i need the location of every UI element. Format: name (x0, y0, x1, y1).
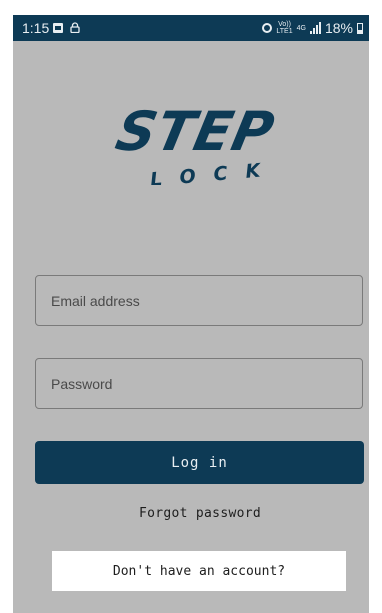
volte-line2: LTE1 (276, 28, 293, 35)
signal-strength-icon (309, 22, 321, 34)
password-input[interactable] (36, 359, 362, 408)
network-4g-indicator: 4G (296, 24, 306, 32)
alarm-icon (262, 23, 273, 33)
volte-indicator: Vo)) LTE1 (276, 21, 292, 35)
battery-icon (357, 22, 363, 34)
email-field[interactable] (35, 275, 363, 326)
notification-icon (53, 23, 63, 33)
app-screen: 1:15 Vo)) LTE1 4G 18% STEP LOCK Log i (13, 15, 369, 613)
login-button[interactable]: Log in (35, 441, 364, 484)
volte-line1: Vo)) (278, 21, 291, 28)
status-time: 1:15 (22, 20, 50, 36)
signup-button[interactable]: Don't have an account? (52, 551, 346, 591)
forgot-password-link[interactable]: Forgot password (13, 506, 369, 521)
lock-icon (70, 22, 80, 33)
logo-step-text: STEP (111, 100, 281, 163)
status-bar: 1:15 Vo)) LTE1 4G 18% (13, 15, 369, 41)
battery-percent: 18% (324, 20, 353, 36)
email-input[interactable] (36, 276, 362, 325)
password-field[interactable] (35, 358, 363, 409)
steplock-logo: STEP LOCK (111, 100, 281, 185)
